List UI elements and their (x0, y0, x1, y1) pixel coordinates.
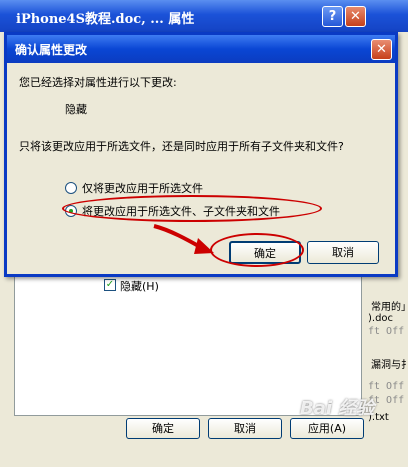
radio-selected-only[interactable] (65, 182, 77, 194)
edge-text: 漏洞与扌 (371, 360, 408, 371)
edge-text: ft Off (368, 326, 405, 337)
changed-attribute: 隐藏 (65, 103, 87, 116)
edge-text: 常用的」 (371, 302, 408, 313)
dialog-close-button[interactable]: ✕ (371, 39, 392, 60)
properties-apply-button[interactable]: 应用(A) (290, 418, 364, 439)
properties-titlebar: iPhone4S教程.doc, ... 属性 ? ✕ (0, 0, 408, 32)
help-button[interactable]: ? (322, 6, 343, 27)
properties-cancel-button[interactable]: 取消 (208, 418, 282, 439)
edge-text: ).doc (368, 313, 394, 324)
dialog-title: 确认属性更改 (15, 43, 88, 57)
radio-selected-only-label[interactable]: 仅将更改应用于所选文件 (82, 180, 203, 196)
edge-text: ft Off (368, 381, 405, 392)
dialog-titlebar: 确认属性更改 ✕ (7, 35, 395, 63)
annotation-arrow-icon (153, 224, 214, 254)
hidden-checkbox[interactable]: ✓ (104, 279, 116, 291)
properties-window-title: iPhone4S教程.doc, ... 属性 (16, 12, 195, 27)
dialog-prompt: 您已经选择对属性进行以下更改: (19, 76, 177, 89)
properties-close-button[interactable]: ✕ (345, 6, 366, 27)
hidden-checkbox-label: 隐藏(H) (120, 280, 159, 293)
apply-scope-question: 只将该更改应用于所选文件，还是同时应用于所有子文件夹和文件? (19, 140, 344, 153)
dialog-cancel-button[interactable]: 取消 (307, 241, 379, 264)
annotation-ellipse-ok (210, 233, 304, 267)
annotation-ellipse-option (62, 195, 322, 222)
properties-ok-button[interactable]: 确定 (126, 418, 200, 439)
baidu-watermark: Bai 经验 (300, 398, 375, 419)
